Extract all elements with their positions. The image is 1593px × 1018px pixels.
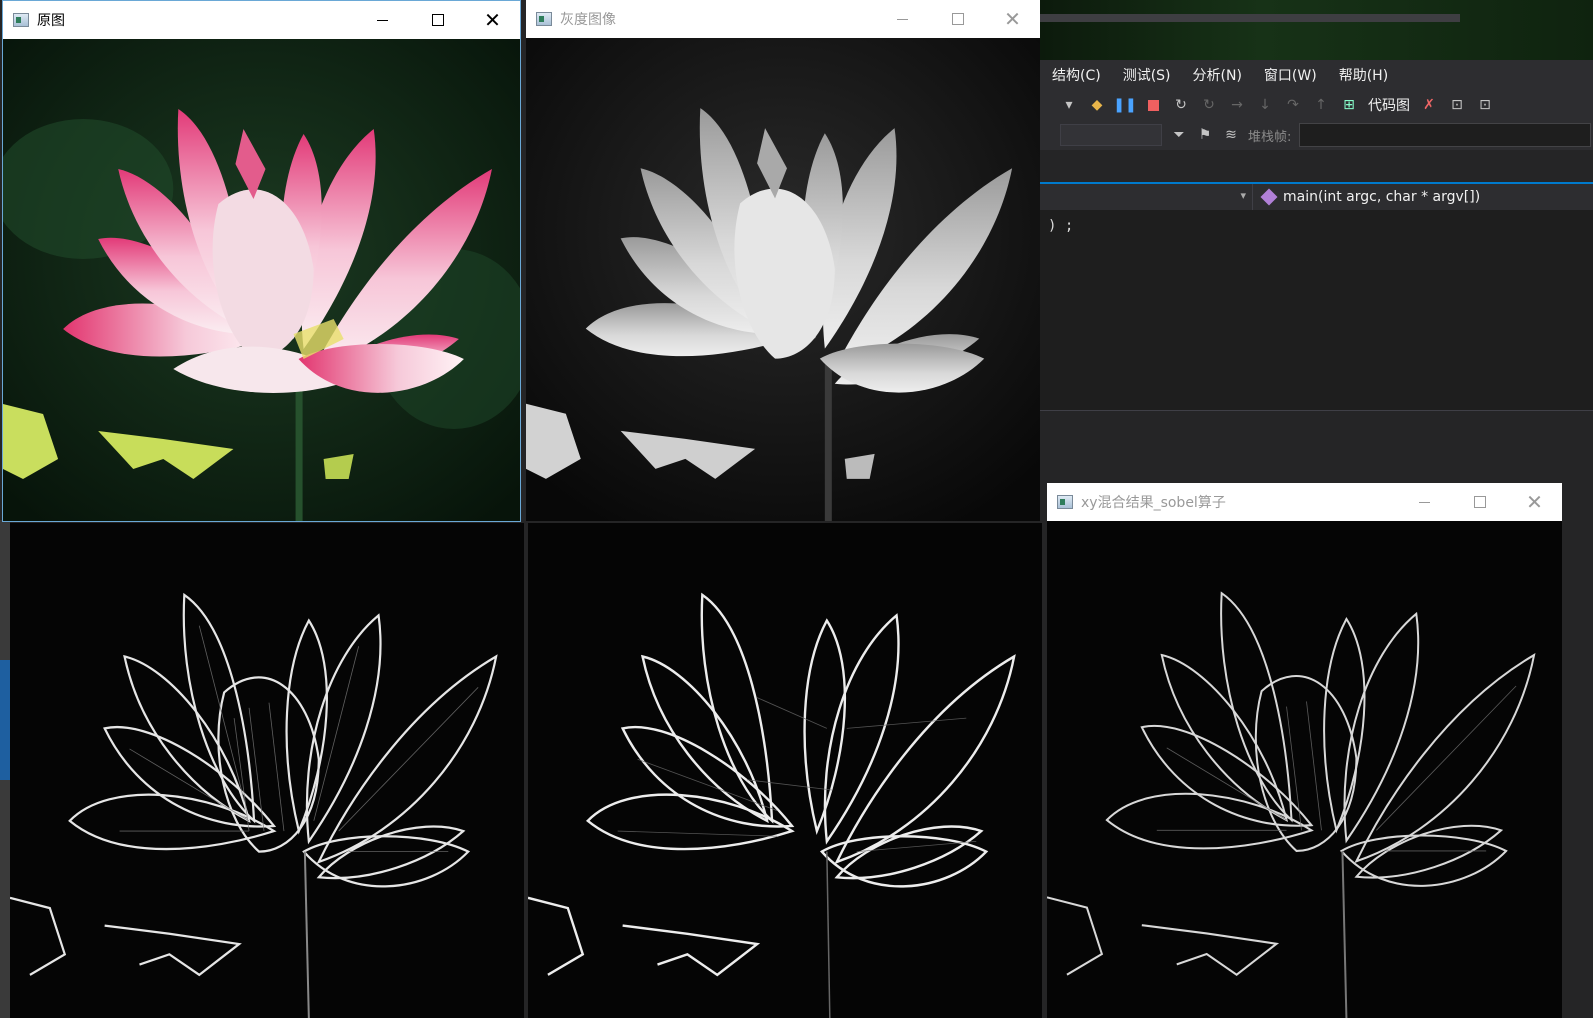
function-dropdown[interactable]: main(int argc, char * argv[])	[1283, 189, 1480, 205]
maximize-icon	[431, 14, 444, 26]
image-gray	[526, 38, 1040, 521]
titlebar-gray[interactable]: 灰度图像 ✕	[526, 0, 1040, 38]
step-into-icon[interactable]: ↓	[1256, 96, 1274, 114]
refresh-icon[interactable]: ↻	[1200, 96, 1218, 114]
export-icon[interactable]: ⊡	[1448, 96, 1466, 114]
ide-stack-bar: ⏷ ⚑ ≋ 堆栈帧:	[1040, 120, 1593, 150]
stack-frame-label: 堆栈帧:	[1248, 129, 1292, 145]
maximize-icon	[1473, 496, 1486, 508]
restart-icon[interactable]: ↻	[1172, 96, 1190, 114]
close-icon: ✕	[1004, 7, 1021, 31]
code-map-label[interactable]: 代码图	[1368, 95, 1410, 115]
image-original	[3, 39, 520, 521]
close-button[interactable]: ✕	[465, 1, 520, 39]
maximize-button[interactable]	[410, 1, 465, 39]
minimize-icon	[377, 19, 388, 21]
menu-item-test[interactable]: 测试(S)	[1123, 65, 1171, 85]
ide-output-panel	[1040, 410, 1593, 486]
minimize-button[interactable]	[875, 0, 930, 38]
find-source-icon[interactable]: ◆	[1088, 96, 1106, 114]
breakpoint-icon[interactable]: ✗	[1420, 96, 1438, 114]
ide-menubar: 结构(C) 测试(S) 分析(N) 窗口(W) 帮助(H)	[1040, 60, 1593, 90]
code-editor[interactable]: ) ;	[1040, 210, 1593, 410]
filter-icon[interactable]: ⏷	[1170, 126, 1188, 144]
background-strip	[0, 520, 10, 1018]
stack-frame-field[interactable]	[1299, 123, 1592, 147]
ide-debug-toolbar: ▾ ◆ ❚❚ ↻ ↻ → ↓ ↷ ↑ ⊞ 代码图 ✗ ⊡ ⊡	[1040, 90, 1593, 120]
window-title-gray: 灰度图像	[560, 12, 616, 28]
close-button[interactable]: ✕	[1507, 483, 1562, 521]
image-sobel-xy	[1047, 521, 1562, 1018]
window-app-icon	[536, 12, 552, 26]
window-original: 原图 ✕	[2, 0, 521, 522]
maximize-button[interactable]	[1452, 483, 1507, 521]
window-app-icon	[13, 13, 29, 27]
maximize-button[interactable]	[930, 0, 985, 38]
window-title-sobel-xy: xy混合结果_sobel算子	[1081, 495, 1226, 511]
function-icon	[1260, 188, 1278, 206]
stack-icon[interactable]: ≋	[1222, 126, 1240, 144]
step-over-icon[interactable]: ↷	[1284, 96, 1302, 114]
flag-icon[interactable]: ⚑	[1196, 126, 1214, 144]
scope-dropdown[interactable]	[1040, 184, 1253, 210]
titlebar-sobel-xy[interactable]: xy混合结果_sobel算子 ✕	[1047, 483, 1562, 521]
minimize-button[interactable]	[1397, 483, 1452, 521]
ide-navigation-bar: main(int argc, char * argv[])	[1040, 184, 1593, 210]
code-map-icon[interactable]: ⊞	[1340, 96, 1358, 114]
menu-item-help[interactable]: 帮助(H)	[1339, 65, 1388, 85]
window-app-icon	[1057, 495, 1073, 509]
dropdown-arrow-icon[interactable]: ▾	[1060, 96, 1078, 114]
close-icon: ✕	[1526, 490, 1543, 514]
step-out-icon[interactable]: ↑	[1312, 96, 1330, 114]
image-sobel-y	[528, 523, 1042, 1018]
window-title-original: 原图	[37, 13, 65, 29]
menu-item-analyze[interactable]: 分析(N)	[1193, 65, 1242, 85]
close-icon: ✕	[484, 8, 501, 32]
close-button[interactable]: ✕	[985, 0, 1040, 38]
ide-title-area	[1040, 0, 1593, 60]
code-line: ) ;	[1048, 218, 1074, 234]
minimize-icon	[1419, 501, 1430, 503]
window-sobel-xy: xy混合结果_sobel算子 ✕	[1047, 483, 1562, 1018]
maximize-icon	[951, 13, 964, 25]
pause-icon[interactable]: ❚❚	[1113, 96, 1136, 114]
show-next-statement-icon[interactable]: →	[1228, 96, 1246, 114]
window-gray: 灰度图像 ✕	[526, 0, 1040, 521]
minimize-button[interactable]	[355, 1, 410, 39]
minimize-icon	[897, 18, 908, 20]
titlebar-original[interactable]: 原图 ✕	[3, 1, 520, 39]
thread-combo[interactable]	[1060, 124, 1162, 146]
stop-icon[interactable]	[1144, 96, 1162, 114]
menu-item-structure[interactable]: 结构(C)	[1052, 65, 1101, 85]
image-sobel-x	[10, 523, 524, 1018]
import-icon[interactable]: ⊡	[1476, 96, 1494, 114]
menu-item-window[interactable]: 窗口(W)	[1264, 65, 1317, 85]
